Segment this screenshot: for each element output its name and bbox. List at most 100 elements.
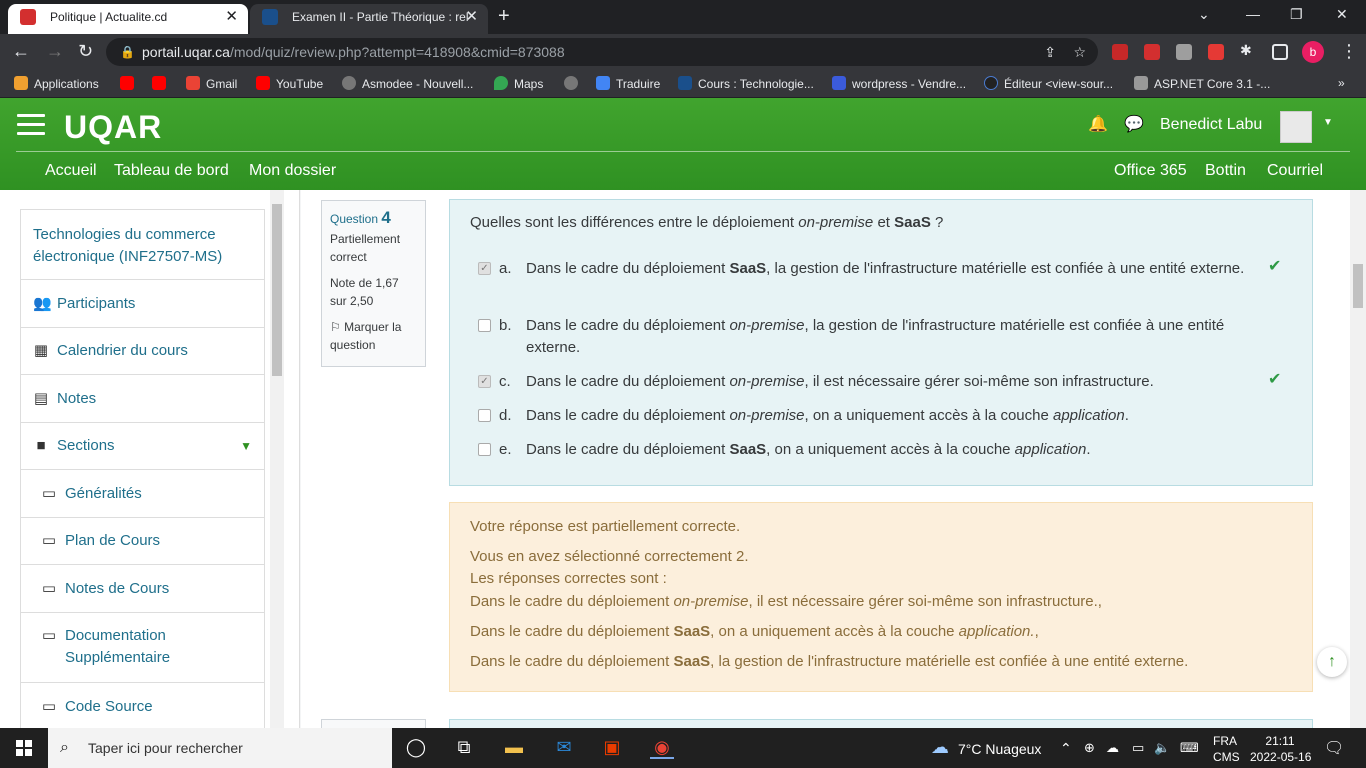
sidebar-item-notes[interactable]: ▤ Notes (20, 375, 265, 423)
section-code-source[interactable]: ▭ Code Source (20, 683, 265, 731)
sidebar-scrollbar[interactable] (270, 190, 284, 728)
clock[interactable]: 21:11 2022-05-16 (1250, 733, 1312, 765)
ublock-extension-icon[interactable] (1112, 44, 1128, 60)
side-panel-icon[interactable] (1272, 44, 1288, 60)
answer-checkbox[interactable] (478, 409, 491, 422)
bookmark-traduire[interactable]: Traduire (596, 76, 660, 91)
notification-icon[interactable]: 🗨 (1324, 738, 1344, 758)
section-plan-de-cours[interactable]: ▭ Plan de Cours (20, 518, 265, 565)
minimize-icon[interactable]: — (1246, 6, 1260, 22)
user-name[interactable]: Benedict Labu (1160, 116, 1262, 134)
bookmark-aspnet[interactable]: ASP.NET Core 3.1 -... (1134, 76, 1270, 91)
volume-icon[interactable]: 🔈 (1154, 740, 1170, 756)
profile-avatar[interactable]: b (1302, 41, 1324, 63)
page-scrollbar[interactable] (1350, 190, 1366, 728)
bookmark-globe[interactable] (564, 76, 584, 91)
nav-accueil[interactable]: Accueil (45, 162, 97, 180)
sidebar-item-sections[interactable]: ■ Sections ▼ (20, 423, 265, 470)
hamburger-menu-icon[interactable] (17, 114, 45, 136)
section-generalites[interactable]: ▭ Généralités (20, 470, 265, 518)
section-notes-de-cours[interactable]: ▭ Notes de Cours (20, 565, 265, 613)
url-host: portail.uqar.ca (142, 44, 230, 60)
chat-icon[interactable]: 💬 (1124, 114, 1144, 134)
keyboard-icon[interactable]: ⌨ (1180, 740, 1199, 756)
windows-start-icon[interactable] (16, 740, 32, 756)
mail-icon[interactable]: ✉ (552, 737, 576, 759)
bookmark-youtube[interactable]: YouTube (256, 76, 323, 91)
uqar-logo[interactable]: UQAR (64, 109, 162, 146)
bookmark-applications[interactable]: Applications (14, 76, 99, 91)
answer-checkbox[interactable]: ✓ (478, 375, 491, 388)
chevron-down-icon[interactable]: ▼ (1323, 117, 1333, 128)
file-explorer-icon[interactable]: ▬ (502, 737, 526, 759)
battery-icon[interactable]: ▭ (1132, 740, 1144, 756)
section-documentation[interactable]: ▭ Documentation Supplémentaire (20, 613, 265, 683)
tab-favicon-icon (20, 9, 36, 25)
puzzle-icon[interactable]: ✱ (1240, 42, 1256, 58)
nav-bottin[interactable]: Bottin (1205, 162, 1246, 180)
feedback-right-answer-2: Dans le cadre du déploiement SaaS, on a … (470, 623, 1039, 640)
tray-chevron-up-icon[interactable]: ⌃ (1060, 740, 1072, 757)
bookmark-youtube-1[interactable] (120, 76, 140, 91)
close-tab-icon[interactable]: ✕ (225, 4, 238, 30)
sidebar-item-participants[interactable]: 👥 Participants (20, 280, 265, 328)
close-tab-icon[interactable]: ✕ (465, 4, 478, 30)
flag-question[interactable]: ⚐ Marquer la question (330, 318, 417, 354)
bookmark-asmodee[interactable]: Asmodee - Nouvell... (342, 76, 473, 91)
reload-icon[interactable]: ↻ (78, 41, 93, 62)
menu-dots-icon[interactable]: ⋮ (1340, 41, 1358, 62)
answer-checkbox[interactable] (478, 319, 491, 332)
folder-icon: ■ (36, 437, 46, 454)
bookmarks-overflow[interactable]: » (1338, 76, 1345, 90)
answer-checkbox[interactable] (478, 443, 491, 456)
sidebar-item-calendrier[interactable]: ▦ Calendrier du cours (20, 328, 265, 375)
taskbar-search-input[interactable]: ⌕ Taper ici pour rechercher (48, 728, 392, 768)
language-indicator[interactable]: FRA CMS (1213, 733, 1240, 765)
back-to-top-button[interactable]: ↑ (1317, 647, 1347, 677)
folder-outline-icon: ▭ (41, 627, 57, 644)
close-window-icon[interactable]: ✕ (1336, 6, 1348, 23)
restore-icon[interactable]: ❐ (1290, 6, 1303, 23)
nav-mon-dossier[interactable]: Mon dossier (249, 162, 336, 180)
forward-icon[interactable]: → (46, 41, 64, 62)
clock-date: 2022-05-16 (1250, 750, 1312, 764)
address-bar[interactable]: 🔒 portail.uqar.ca/mod/quiz/review.php?at… (106, 38, 1098, 66)
nav-courriel[interactable]: Courriel (1267, 162, 1323, 180)
windows-taskbar: ⌕ Taper ici pour rechercher ◯ ⧉ ▬ ✉ ▣ ◉ … (0, 728, 1366, 768)
bookmark-editeur[interactable]: Éditeur <view-sour... (984, 76, 1113, 91)
avatar[interactable] (1280, 111, 1312, 143)
new-tab-icon[interactable]: + (498, 5, 510, 28)
answer-option-c: ✓ c. Dans le cadre du déploiement on-pre… (478, 371, 1278, 393)
bookmark-star-icon[interactable]: ☆ (1073, 38, 1086, 66)
bookmark-gmail[interactable]: Gmail (186, 76, 237, 91)
weather-text[interactable]: 7°C Nuageux (958, 741, 1041, 757)
bookmark-wordpress[interactable]: wordpress - Vendre... (832, 76, 966, 91)
nav-tableau-de-bord[interactable]: Tableau de bord (114, 162, 229, 180)
lock-icon: 🔒 (120, 45, 135, 59)
extension-icon[interactable] (1144, 44, 1160, 60)
caret-down-icon[interactable]: ▼ (240, 423, 252, 469)
tray-icon[interactable]: ⊕ (1084, 740, 1095, 756)
bookmark-maps[interactable]: Maps (494, 76, 543, 91)
nav-office-365[interactable]: Office 365 (1114, 162, 1187, 180)
back-icon[interactable]: ← (12, 41, 30, 62)
browser-tab-1[interactable]: Politique | Actualite.cd ✕ (8, 4, 248, 34)
flag-icon: ⚐ (330, 320, 345, 334)
bookmark-cours[interactable]: Cours : Technologie... (678, 76, 814, 91)
share-icon[interactable]: ⇪ (1044, 38, 1056, 66)
tab-search-icon[interactable]: ⌄ (1198, 6, 1210, 23)
browser-tabbar: Politique | Actualite.cd ✕ Examen II - P… (0, 0, 1366, 34)
extension-icon[interactable] (1176, 44, 1192, 60)
office-icon[interactable]: ▣ (600, 737, 624, 759)
course-title-link[interactable]: Technologies du commerce électronique (I… (20, 209, 265, 280)
browser-tab-2[interactable]: Examen II - Partie Théorique : rel ✕ (250, 4, 488, 34)
onedrive-icon[interactable]: ☁ (1106, 740, 1119, 756)
bookmark-youtube-2[interactable] (152, 76, 172, 91)
pdf-extension-icon[interactable] (1208, 44, 1224, 60)
task-view-icon[interactable]: ⧉ (452, 737, 476, 759)
calendar-icon: ▦ (33, 342, 49, 359)
cortana-icon[interactable]: ◯ (404, 737, 428, 759)
bell-icon[interactable]: 🔔 (1088, 114, 1108, 134)
chrome-icon[interactable]: ◉ (650, 737, 674, 759)
answer-checkbox[interactable]: ✓ (478, 262, 491, 275)
